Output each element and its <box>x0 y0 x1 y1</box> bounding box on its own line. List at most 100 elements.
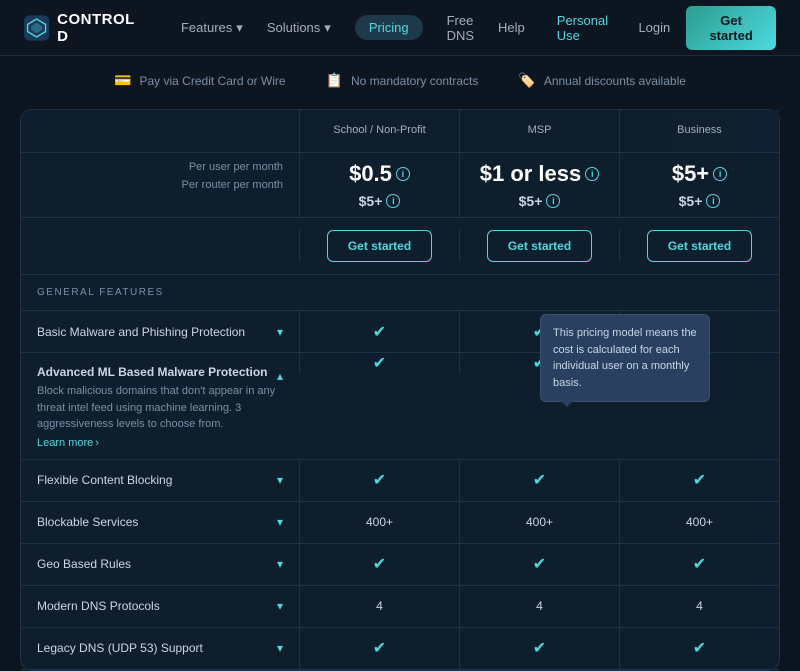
business-prices: $5+ i $5+ i <box>619 153 779 217</box>
ml-school-cell: ✔ <box>299 353 459 373</box>
tag-icon: 🏷️ <box>518 72 535 89</box>
badge-credit-card-text: Pay via Credit Card or Wire <box>140 74 286 88</box>
badge-credit-card: 💳 Pay via Credit Card or Wire <box>114 72 285 89</box>
dns-protocols-chevron-icon[interactable]: ▾ <box>277 599 283 613</box>
msp-user-price: $1 or less i <box>480 161 600 187</box>
tooltip-text: This pricing model means the cost is cal… <box>553 327 697 389</box>
per-router-label: Per router per month <box>182 179 284 191</box>
nav-free-dns[interactable]: Free DNS <box>447 13 474 43</box>
school-get-started-cell: Get started <box>299 230 459 262</box>
nav-pricing[interactable]: Pricing <box>355 15 423 40</box>
table-header: School / Non-Profit MSP Business <box>21 110 779 153</box>
business-router-info-icon[interactable]: i <box>706 194 720 208</box>
nav-features[interactable]: Features ▾ <box>181 20 243 36</box>
legacy-dns-msp-check-icon: ✔ <box>533 638 546 658</box>
school-col-title: School / Non-Profit <box>316 124 443 136</box>
malware-label-cell: Basic Malware and Phishing Protection ▾ <box>21 311 299 352</box>
nav-login[interactable]: Login <box>638 20 670 35</box>
business-get-started-cell: Get started <box>619 230 779 262</box>
malware-school-cell: ✔ <box>299 311 459 352</box>
pricing-values-row: Per user per month Per router per month … <box>21 153 779 218</box>
blockable-services-msp-cell: 400+ <box>459 502 619 543</box>
feature-row-content-blocking: Flexible Content Blocking ▾ ✔ ✔ ✔ <box>21 460 779 502</box>
business-price-info-icon[interactable]: i <box>713 167 727 181</box>
legacy-dns-school-cell: ✔ <box>299 628 459 669</box>
logo-icon <box>24 14 49 42</box>
content-blocking-school-check-icon: ✔ <box>373 470 386 490</box>
badge-no-contracts-text: No mandatory contracts <box>351 74 478 88</box>
feature-row-dns-protocols: Modern DNS Protocols ▾ 4 4 4 <box>21 586 779 628</box>
school-get-started-button[interactable]: Get started <box>327 230 432 262</box>
ml-desc: Block malicious domains that don't appea… <box>37 383 277 433</box>
msp-router-price: $5+ i <box>519 193 561 209</box>
geo-rules-school-check-icon: ✔ <box>373 554 386 574</box>
malware-label: Basic Malware and Phishing Protection <box>37 325 277 339</box>
malware-chevron-icon[interactable]: ▾ <box>277 325 283 339</box>
get-started-row: Get started Get started Get started <box>21 218 779 275</box>
nav-personal-use[interactable]: Personal Use <box>557 13 623 43</box>
msp-get-started-button[interactable]: Get started <box>487 230 592 262</box>
msp-router-info-icon[interactable]: i <box>546 194 560 208</box>
content-blocking-school-cell: ✔ <box>299 460 459 501</box>
feature-row-geo-rules: Geo Based Rules ▾ ✔ ✔ ✔ <box>21 544 779 586</box>
school-price-info-icon[interactable]: i <box>396 167 410 181</box>
logo[interactable]: CONTROL D <box>24 11 141 45</box>
geo-rules-label: Geo Based Rules <box>37 557 277 571</box>
ml-learn-more-link[interactable]: Learn more › <box>37 437 277 449</box>
geo-rules-business-check-icon: ✔ <box>693 554 706 574</box>
content-blocking-msp-check-icon: ✔ <box>533 470 546 490</box>
msp-price-info-icon[interactable]: i <box>585 167 599 181</box>
legacy-dns-label-cell: Legacy DNS (UDP 53) Support ▾ <box>21 628 299 669</box>
badge-annual-discount: 🏷️ Annual discounts available <box>518 72 686 89</box>
school-prices: $0.5 i $5+ i <box>299 153 459 217</box>
business-user-price: $5+ i <box>672 161 727 187</box>
legacy-dns-label: Legacy DNS (UDP 53) Support <box>37 641 277 655</box>
business-get-started-button[interactable]: Get started <box>647 230 752 262</box>
credit-card-icon: 💳 <box>114 72 131 89</box>
ml-content: Advanced ML Based Malware Protection Blo… <box>37 365 277 449</box>
msp-prices: $1 or less i $5+ i <box>459 153 619 217</box>
ml-label-cell: Advanced ML Based Malware Protection Blo… <box>21 353 299 459</box>
chevron-right-icon: › <box>95 437 99 449</box>
geo-rules-msp-check-icon: ✔ <box>533 554 546 574</box>
content-blocking-chevron-icon[interactable]: ▾ <box>277 473 283 487</box>
nav-get-started-button[interactable]: Get started <box>686 6 776 50</box>
content-blocking-label: Flexible Content Blocking <box>37 473 277 487</box>
legacy-dns-msp-cell: ✔ <box>459 628 619 669</box>
general-features-label: GENERAL FEATURES <box>21 275 779 311</box>
document-icon: 📋 <box>326 72 343 89</box>
dns-protocols-label: Modern DNS Protocols <box>37 599 277 613</box>
ml-chevron-icon[interactable]: ▴ <box>277 369 283 383</box>
content-blocking-business-check-icon: ✔ <box>693 470 706 490</box>
msp-get-started-cell: Get started <box>459 230 619 262</box>
blockable-services-label: Blockable Services <box>37 515 277 529</box>
school-router-info-icon[interactable]: i <box>386 194 400 208</box>
legacy-dns-business-check-icon: ✔ <box>693 638 706 658</box>
content-blocking-msp-cell: ✔ <box>459 460 619 501</box>
ml-label: Advanced ML Based Malware Protection <box>37 365 277 379</box>
legacy-dns-chevron-icon[interactable]: ▾ <box>277 641 283 655</box>
btn-row-empty <box>21 230 299 262</box>
blockable-services-school-cell: 400+ <box>299 502 459 543</box>
blockable-services-chevron-icon[interactable]: ▾ <box>277 515 283 529</box>
badge-no-contracts: 📋 No mandatory contracts <box>326 72 479 89</box>
header-empty <box>21 110 299 152</box>
dns-protocols-msp-cell: 4 <box>459 586 619 627</box>
school-router-price: $5+ i <box>359 193 401 209</box>
legacy-dns-school-check-icon: ✔ <box>373 638 386 658</box>
tooltip-arrow <box>561 401 573 407</box>
nav-help[interactable]: Help <box>498 20 525 35</box>
navbar: CONTROL D Features ▾ Solutions ▾ Pricing… <box>0 0 800 56</box>
content-blocking-business-cell: ✔ <box>619 460 779 501</box>
business-col-title: Business <box>636 124 763 136</box>
nav-solutions[interactable]: Solutions ▾ <box>267 20 331 36</box>
chevron-down-icon: ▾ <box>324 20 331 36</box>
dns-protocols-label-cell: Modern DNS Protocols ▾ <box>21 586 299 627</box>
content-blocking-label-cell: Flexible Content Blocking ▾ <box>21 460 299 501</box>
ml-school-check-icon: ✔ <box>373 353 386 373</box>
geo-rules-chevron-icon[interactable]: ▾ <box>277 557 283 571</box>
pricing-table-container: School / Non-Profit MSP Business Per use… <box>0 109 800 671</box>
geo-rules-school-cell: ✔ <box>299 544 459 585</box>
dns-protocols-business-cell: 4 <box>619 586 779 627</box>
feature-row-legacy-dns: Legacy DNS (UDP 53) Support ▾ ✔ ✔ ✔ <box>21 628 779 670</box>
